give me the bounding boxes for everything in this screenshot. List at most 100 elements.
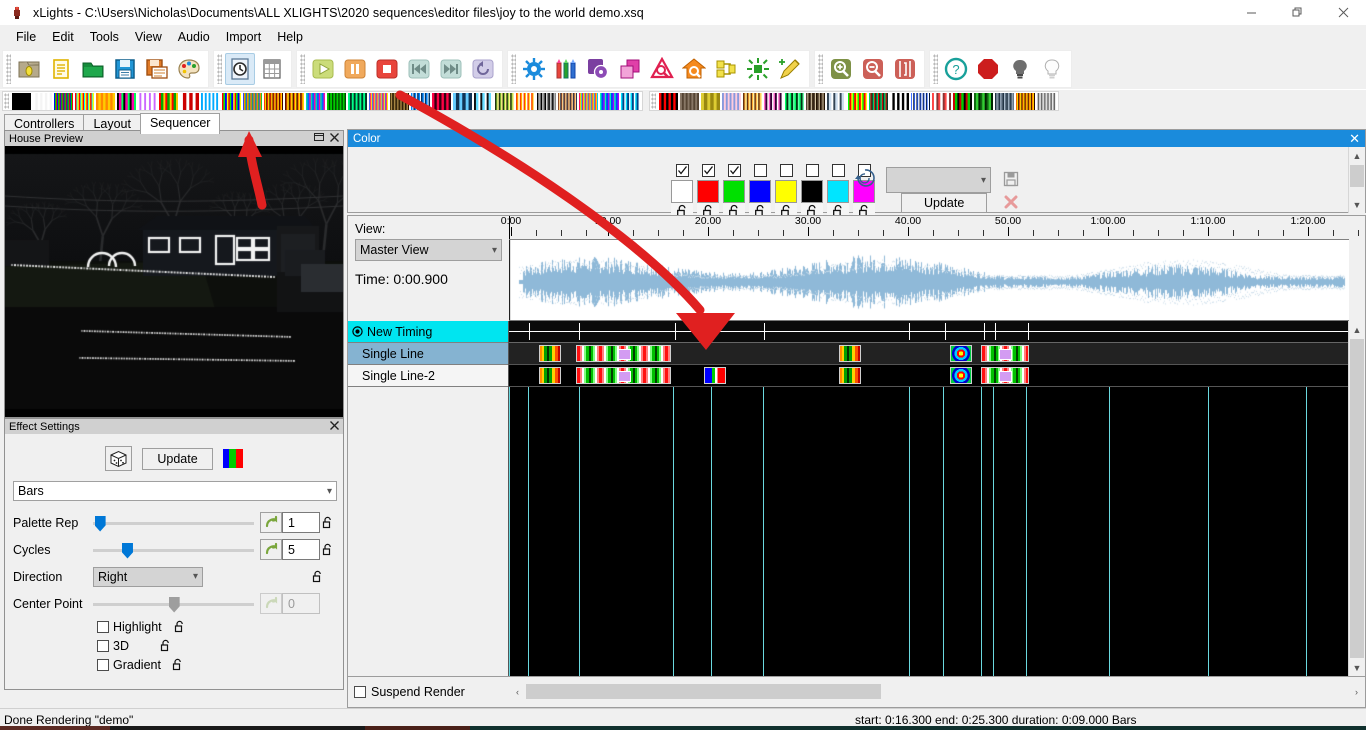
single-strand-effect-icon[interactable] [743, 92, 762, 110]
timeline-effect-block[interactable] [839, 345, 861, 362]
timeline-effect-block[interactable] [539, 345, 561, 362]
piano-effect-icon[interactable] [537, 92, 556, 110]
twinkle-effect-icon[interactable] [953, 92, 972, 110]
glediator-effect-icon[interactable] [348, 92, 367, 110]
galaxy-effect-icon[interactable] [306, 92, 325, 110]
timeline-effect-block[interactable] [981, 345, 1029, 362]
three-d-checkbox[interactable] [97, 639, 109, 652]
menu-import[interactable]: Import [218, 28, 269, 46]
zoom-in-icon[interactable] [826, 53, 856, 85]
warp-effect-icon[interactable] [1016, 92, 1035, 110]
open-folder-icon[interactable] [78, 53, 108, 85]
color-swatch-4[interactable] [749, 180, 771, 203]
color-enable-checkbox-1[interactable] [675, 164, 689, 177]
timeline-grid[interactable] [509, 321, 1349, 676]
timeline-ruler[interactable]: 0:00 10.00 20.00 30.00 40.00 50.00 1:00.00 1:10… [501, 215, 1359, 240]
circles-effect-icon[interactable] [117, 92, 136, 110]
shuffle-colors-icon[interactable] [854, 167, 876, 192]
faces-effect-icon[interactable] [201, 92, 220, 110]
dmx-effect-icon[interactable] [180, 92, 199, 110]
wave-effect-icon[interactable] [1037, 92, 1056, 110]
fire-effect-icon[interactable] [264, 92, 283, 110]
toolbar-grip[interactable] [511, 53, 516, 84]
toolbar-grip[interactable] [217, 53, 222, 84]
direction-combo[interactable]: Right ▾ [93, 566, 203, 587]
hscroll-track[interactable] [526, 684, 1348, 699]
timeline-effect-block[interactable] [704, 367, 726, 384]
timeline-effect-block[interactable] [981, 367, 1029, 384]
shape-effect-icon[interactable] [680, 92, 699, 110]
direction-lock-icon[interactable] [310, 570, 325, 583]
video-effect-icon[interactable] [995, 92, 1014, 110]
render-all-icon[interactable] [743, 53, 773, 85]
palette-rep-reset-button[interactable] [260, 512, 282, 533]
timeline-effect-block[interactable] [839, 367, 861, 384]
color-swatch-2[interactable] [697, 180, 719, 203]
grid-vertical-scrollbar[interactable]: ▲ ▼ [1348, 321, 1365, 676]
new-document-icon[interactable] [46, 53, 76, 85]
tab-sequencer[interactable]: Sequencer [139, 113, 221, 134]
color-enable-checkbox-2[interactable] [701, 164, 715, 177]
color-swatch-6[interactable] [801, 180, 823, 203]
scroll-right-icon[interactable]: › [1348, 687, 1365, 697]
save-icon[interactable] [110, 53, 140, 85]
menu-audio[interactable]: Audio [170, 28, 218, 46]
menu-file[interactable]: File [8, 28, 44, 46]
palette-rep-slider[interactable] [93, 514, 254, 532]
fit-to-window-icon[interactable] [890, 53, 920, 85]
scroll-thumb[interactable] [526, 684, 881, 699]
toolbar-grip[interactable] [818, 53, 823, 84]
butterfly-effect-icon[interactable] [75, 92, 94, 110]
color-preset-combo[interactable]: ▾ [886, 167, 991, 193]
three-d-lock-icon[interactable] [158, 639, 173, 652]
cycles-input[interactable]: 5 [282, 539, 320, 560]
light-on-icon[interactable] [1037, 53, 1067, 85]
close-icon[interactable] [330, 420, 339, 433]
menu-help[interactable]: Help [269, 28, 311, 46]
morph-effect-icon[interactable] [495, 92, 514, 110]
spirograph-effect-icon[interactable] [848, 92, 867, 110]
sidebar-item-single-line-2[interactable]: Single Line-2 [348, 365, 508, 387]
gradient-checkbox[interactable] [97, 658, 109, 671]
center-point-slider[interactable] [93, 595, 254, 613]
color-panel-scrollbar[interactable]: ▲ ▼ [1348, 147, 1365, 213]
sketch-effect-icon[interactable] [764, 92, 783, 110]
color-enable-checkbox-4[interactable] [753, 164, 767, 177]
layers-icon[interactable] [615, 53, 645, 85]
fan-effect-icon[interactable] [222, 92, 241, 110]
on-effect-icon[interactable] [33, 92, 52, 110]
effect-selection-handle[interactable] [617, 349, 631, 360]
dice-icon[interactable] [105, 446, 133, 471]
shockwave-effect-icon[interactable] [722, 92, 741, 110]
shader-effect-icon[interactable] [659, 92, 678, 110]
timeline-effect-block[interactable] [576, 345, 671, 362]
plasma-effect-icon[interactable] [600, 92, 619, 110]
output-off-icon[interactable] [973, 53, 1003, 85]
candle-effect-icon[interactable] [96, 92, 115, 110]
rewind-icon[interactable] [404, 53, 434, 85]
sequencer-view-icon[interactable] [225, 52, 255, 85]
timeline-effect-block[interactable] [950, 367, 972, 384]
stop-icon[interactable] [372, 53, 402, 85]
marquee-effect-icon[interactable] [453, 92, 472, 110]
color-swatch-3[interactable] [723, 180, 745, 203]
papagayo-icon[interactable] [647, 53, 677, 85]
scroll-thumb[interactable] [1350, 339, 1364, 658]
toolbar-grip[interactable] [300, 53, 305, 84]
effect-selection-handle[interactable] [617, 371, 631, 382]
timing-track[interactable] [509, 321, 1349, 343]
off-effect-icon[interactable] [12, 92, 31, 110]
snowflakes-effect-icon[interactable] [785, 92, 804, 110]
test-lights-icon[interactable] [551, 53, 581, 85]
timeline-effect-block[interactable] [539, 367, 561, 384]
pinwheel-effect-icon[interactable] [579, 92, 598, 110]
scroll-thumb[interactable] [1350, 165, 1364, 187]
gradient-lock-icon[interactable] [170, 658, 185, 671]
scroll-up-icon[interactable]: ▲ [1349, 147, 1365, 164]
text-effect-icon[interactable] [911, 92, 930, 110]
spirals-effect-icon[interactable] [827, 92, 846, 110]
replay-icon[interactable] [468, 53, 498, 85]
help-icon[interactable]: ? [941, 53, 971, 85]
scroll-left-icon[interactable]: ‹ [509, 687, 526, 697]
save-as-icon[interactable] [142, 53, 172, 85]
